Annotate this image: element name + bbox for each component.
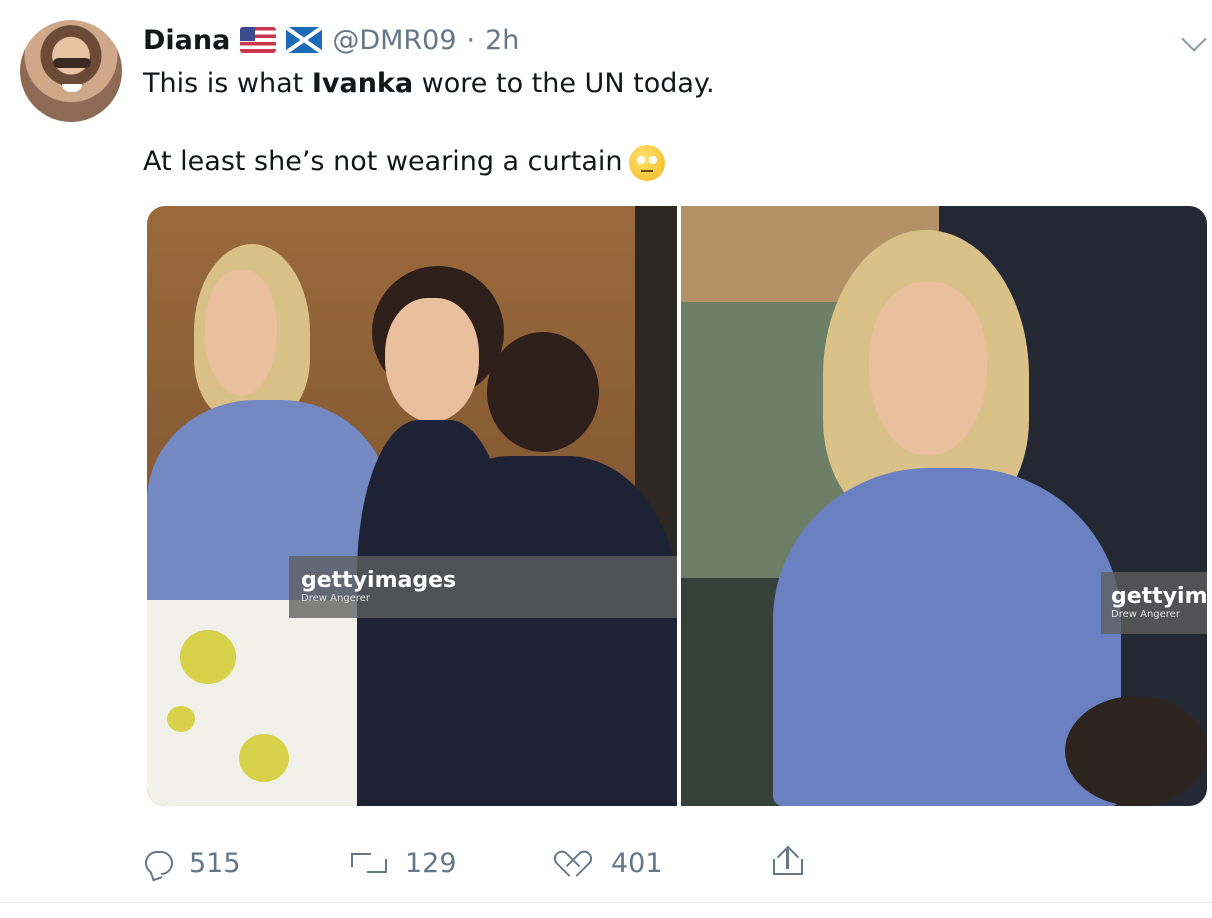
retweet-icon [349, 851, 389, 875]
right-watermark-credit: Drew Angerer [1111, 609, 1180, 620]
like-count: 401 [611, 847, 663, 879]
left-photo-third-person-back [401, 456, 677, 806]
media-photo-left[interactable]: gettyimages Drew Angerer [147, 206, 677, 806]
tweet-card[interactable]: Diana @DMR09 · 2h This is what Ivanka wo… [0, 0, 1212, 918]
right-photo-foreground-head [1065, 696, 1207, 806]
left-photo-face [205, 270, 277, 396]
retweet-count: 129 [405, 847, 457, 879]
chevron-down-icon[interactable] [1181, 26, 1207, 52]
tweet-text: This is what Ivanka wore to the UN today… [143, 64, 1183, 182]
left-photo-watermark: gettyimages Drew Angerer [289, 556, 677, 618]
left-photo-third-person-head [487, 332, 599, 452]
reply-button[interactable]: 515 [145, 835, 241, 891]
left-photo-flower-1 [180, 630, 236, 684]
left-photo-flower-3 [239, 734, 289, 782]
left-photo-flower-2 [167, 706, 195, 732]
media-photo-right[interactable]: gettyimag Drew Angerer [681, 206, 1207, 806]
scotland-flag-icon [286, 27, 323, 53]
tweet-text-prefix: This is what [143, 68, 312, 99]
share-button[interactable] [771, 835, 805, 891]
tweet-text-bold-name: Ivanka [311, 68, 414, 99]
tweet-header: Diana @DMR09 · 2h [143, 18, 519, 62]
tweet-time[interactable]: 2h [485, 25, 519, 56]
left-photo-second-person-face [385, 298, 479, 422]
tweet-text-line-2: At least she’s not wearing a curtain [143, 142, 1183, 182]
header-separator: · [466, 24, 476, 56]
author-avatar[interactable] [20, 20, 122, 122]
avatar-smile [62, 84, 82, 92]
reply-icon [145, 851, 173, 875]
author-handle[interactable]: @DMR09 [332, 25, 456, 56]
retweet-button[interactable]: 129 [349, 835, 457, 891]
tweet-text-second-line: At least she’s not wearing a curtain [143, 146, 623, 177]
right-photo-face [869, 282, 987, 456]
rolling-eyes-emoji-icon [628, 144, 665, 181]
left-watermark-credit: Drew Angerer [301, 593, 370, 604]
heart-icon [561, 847, 595, 879]
reply-count: 515 [189, 847, 241, 879]
author-name[interactable]: Diana [143, 25, 230, 56]
like-button[interactable]: 401 [561, 835, 663, 891]
tweet-text-suffix: wore to the UN today. [413, 68, 715, 99]
tweet-actions: 515 129 401 [145, 835, 965, 891]
left-watermark-logo: gettyimages [301, 568, 457, 593]
right-photo-watermark: gettyimag Drew Angerer [1101, 572, 1207, 634]
tweet-text-line-1: This is what Ivanka wore to the UN today… [143, 64, 1183, 104]
tweet-bottom-divider [0, 902, 1212, 903]
share-arrow-icon [776, 845, 800, 869]
tweet-media: gettyimages Drew Angerer gettyimag Drew … [147, 206, 1207, 806]
right-watermark-logo: gettyimag [1111, 584, 1207, 609]
share-icon [771, 845, 805, 879]
us-flag-icon [240, 27, 277, 53]
avatar-glasses [53, 58, 91, 68]
